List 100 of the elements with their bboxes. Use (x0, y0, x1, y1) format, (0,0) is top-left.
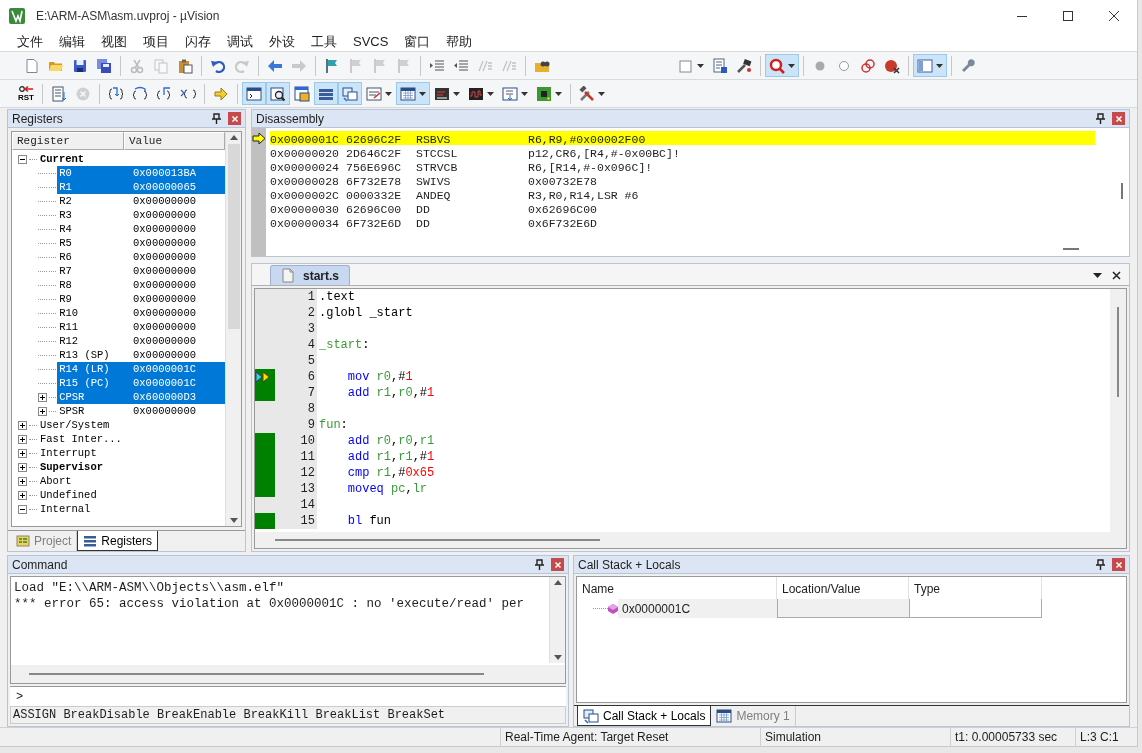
collapse-icon[interactable] (18, 504, 27, 514)
close-button[interactable] (551, 558, 564, 571)
scrollbar[interactable] (225, 132, 241, 526)
memory-window-button[interactable] (396, 82, 430, 105)
chip-board-icon (536, 85, 552, 102)
tree-node-label[interactable]: Supervisor (38, 460, 105, 474)
tree-node-label[interactable]: User/System (38, 418, 112, 432)
current-line-arrow-icon (252, 131, 266, 145)
expand-icon[interactable] (18, 420, 27, 430)
window-title: E:\ARM-ASM\asm.uvproj - µVision (36, 8, 221, 25)
register-value: 0x000013BA (133, 166, 225, 180)
line-number: 1 (307, 289, 315, 306)
register-value: 0x00000000 (133, 194, 198, 208)
menu-item[interactable]: 视图 (93, 31, 135, 52)
disassembly-line[interactable]: 0x00000030 62696C00 DD 0x62696C00 (270, 201, 1095, 215)
scrollbar[interactable] (549, 577, 565, 663)
menu-item[interactable]: 编辑 (51, 31, 93, 52)
disassembly-line[interactable]: 0x0000002C 0000332E ANDEQ R3,R0,R14,LSR #6 (270, 187, 1095, 201)
line-number: 11 (300, 449, 315, 466)
debug-icon (769, 57, 785, 74)
disassembly-line[interactable]: 0x00000034 6F732E6D DD 0x6F732E6D (270, 215, 1095, 229)
scrollbar-thumb[interactable] (275, 539, 600, 541)
watch-window-icon (366, 85, 382, 102)
expand-icon[interactable] (18, 462, 27, 472)
call-stack-button[interactable] (338, 82, 362, 105)
tree-node-label[interactable]: Undefined (38, 488, 99, 502)
expand-icon[interactable] (38, 406, 47, 416)
expand-icon[interactable] (18, 490, 27, 500)
register-value: 0x0000001C (133, 362, 225, 376)
new-file-icon (24, 57, 40, 74)
logic-analyzer-icon (468, 85, 484, 102)
register-name: R13 (SP) (58, 348, 111, 362)
expand-icon[interactable] (18, 434, 27, 444)
disassembly-line[interactable]: 0x00000028 6F732E78 SWIVS 0x00732E78 (270, 173, 1095, 187)
clipboard-icon (177, 57, 193, 74)
scroll-up-icon (553, 580, 562, 585)
register-name: R0 (57, 166, 133, 180)
close-button[interactable] (1112, 558, 1125, 571)
command-window-button[interactable] (242, 82, 266, 105)
disassembly-line[interactable]: 0x00000020 2D646C2F STCCSL p12,CR6,[R4,#-0x00BC]! (270, 145, 1095, 159)
close-button[interactable] (1112, 112, 1125, 125)
step-over-icon (132, 85, 148, 102)
output-line: Load "E:\\ARM-ASM\\Objects\\asm.elf" (14, 580, 286, 595)
disassembly-window-button[interactable] (266, 82, 290, 105)
close-button[interactable] (228, 112, 241, 125)
status-text: Real-Time Agent: Target Reset (505, 729, 669, 746)
menu-item[interactable]: 窗口 (396, 31, 439, 52)
code-line: moveq pc,lr (346, 481, 428, 498)
menu-item[interactable]: 调试 (219, 31, 261, 52)
linked-circles-icon (860, 57, 876, 74)
menu-item[interactable]: 外设 (261, 31, 303, 52)
reset-button[interactable]: RST (14, 82, 38, 105)
caret-icon (487, 91, 494, 96)
column-header[interactable]: Value (124, 132, 225, 150)
line-number: 6 (307, 369, 315, 386)
disassembly-line[interactable]: 0x00000024 756E696C STRVCB R6,[R14,#-0x096C]! (270, 159, 1095, 173)
tree-node-label[interactable]: Abort (38, 474, 74, 488)
tree-node-label[interactable]: Internal (38, 502, 93, 516)
collapse-icon[interactable] (18, 154, 27, 164)
file-tab[interactable]: start.s (270, 265, 351, 285)
line-number: 14 (300, 497, 315, 514)
command-hint: ASSIGN BreakDisable BreakEnable BreakKill BreakList BreakSet (10, 706, 566, 724)
tree-node-label[interactable]: Interrupt (38, 446, 99, 460)
scrollbar-thumb[interactable] (29, 673, 484, 676)
tree-node-label[interactable]: Current (38, 152, 87, 166)
window-layout-button[interactable] (913, 54, 947, 77)
panel-tab[interactable]: Registers (77, 531, 159, 551)
column-header[interactable]: Register (12, 132, 124, 150)
expand-icon[interactable] (18, 476, 27, 486)
menu-item[interactable]: 闪存 (177, 31, 219, 52)
panel-tab[interactable]: Project (11, 531, 78, 551)
caret-icon (453, 91, 460, 96)
register-name: R9 (58, 292, 73, 306)
build-icon (736, 57, 752, 74)
scrollbar-thumb[interactable] (1063, 248, 1079, 250)
scrollbar-thumb[interactable] (1117, 307, 1119, 397)
scrollbar-thumb[interactable] (1121, 183, 1123, 199)
trace-window-icon (502, 85, 518, 102)
scroll-down-icon (553, 655, 562, 660)
step-into-icon (108, 85, 124, 102)
caret-icon (598, 91, 605, 96)
register-value: 0x00000000 (133, 250, 198, 264)
registers-window-button[interactable] (314, 82, 338, 105)
caret-icon (385, 91, 392, 96)
expand-icon[interactable] (38, 392, 47, 402)
command-input[interactable]: > (10, 686, 566, 706)
debug-button[interactable] (765, 54, 799, 77)
menu-item[interactable]: 工具 (303, 31, 345, 52)
panel-tab[interactable]: Call Stack + Locals (577, 706, 712, 726)
menu-item[interactable]: 帮助 (438, 31, 481, 52)
expand-icon[interactable] (18, 448, 27, 458)
register-value: 0x00000000 (133, 320, 198, 334)
stop-icon (75, 85, 91, 102)
panel-tab[interactable]: Memory 1 (711, 706, 796, 726)
kill-breakpoints-icon (884, 57, 900, 74)
minimize-icon (1017, 15, 1027, 17)
menu-item[interactable]: SVCS (345, 31, 397, 52)
menu-item[interactable]: 文件 (9, 31, 51, 52)
menu-item[interactable]: 项目 (135, 31, 177, 52)
tree-node-label[interactable]: Fast Inter... (38, 432, 124, 446)
